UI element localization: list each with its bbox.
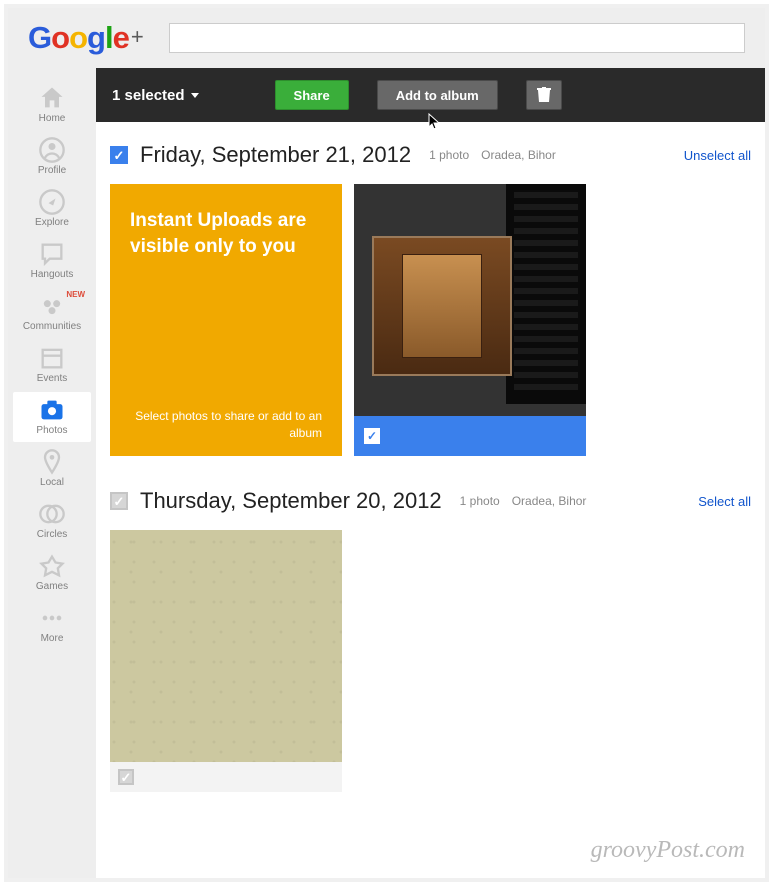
info-card-subtitle: Select photos to share or add to an albu… xyxy=(130,408,322,442)
main-content: 1 selected Share Add to album Friday, Se… xyxy=(96,68,765,878)
games-icon xyxy=(38,552,66,580)
profile-icon xyxy=(38,136,66,164)
delete-button[interactable] xyxy=(526,80,562,110)
new-badge: NEW xyxy=(66,290,85,299)
selection-toolbar: 1 selected Share Add to album xyxy=(96,68,765,122)
day-header: Friday, September 21, 2012 1 photo Orade… xyxy=(110,142,751,168)
sidebar-item-label: Local xyxy=(40,477,64,488)
header-bar: Google+ xyxy=(8,8,765,68)
share-button[interactable]: Share xyxy=(275,80,349,110)
watermark: groovyPost.com xyxy=(591,837,745,864)
pin-icon xyxy=(38,448,66,476)
communities-icon xyxy=(38,292,66,320)
sidebar-item-label: Profile xyxy=(38,165,66,176)
sidebar-item-more[interactable]: More xyxy=(13,600,91,650)
trash-icon xyxy=(537,87,551,103)
photo-selection-bar xyxy=(110,762,342,792)
photo-checkbox[interactable] xyxy=(118,769,134,785)
search-input[interactable] xyxy=(169,23,745,53)
home-icon xyxy=(38,84,66,112)
more-icon xyxy=(38,604,66,632)
photo-image xyxy=(110,530,342,762)
sidebar-item-label: Communities xyxy=(23,321,81,332)
sidebar-item-label: Photos xyxy=(36,425,67,436)
info-card-title: Instant Uploads are visible only to you xyxy=(130,208,322,259)
sidebar-item-games[interactable]: Games xyxy=(13,548,91,598)
sidebar-item-circles[interactable]: Circles xyxy=(13,496,91,546)
day-title: Friday, September 21, 2012 xyxy=(140,142,411,168)
instant-uploads-card: Instant Uploads are visible only to you … xyxy=(110,184,342,456)
sidebar: Home Profile Explore Hangouts NEW Commun… xyxy=(8,68,96,878)
day-location: Oradea, Bihor xyxy=(512,494,587,508)
day-photo-count: 1 photo xyxy=(460,494,500,508)
day-checkbox[interactable] xyxy=(110,146,128,164)
day-location: Oradea, Bihor xyxy=(481,148,556,162)
sidebar-item-events[interactable]: Events xyxy=(13,340,91,390)
caret-down-icon xyxy=(191,93,199,98)
compass-icon xyxy=(38,188,66,216)
photo-selection-bar xyxy=(354,416,586,456)
day-checkbox[interactable] xyxy=(110,492,128,510)
unselect-all-link[interactable]: Unselect all xyxy=(684,148,751,163)
selected-count-label: 1 selected xyxy=(112,87,185,104)
photo-checkbox[interactable] xyxy=(364,428,380,444)
selected-count-dropdown[interactable]: 1 selected xyxy=(112,87,199,104)
sidebar-item-explore[interactable]: Explore xyxy=(13,184,91,234)
google-plus-logo[interactable]: Google+ xyxy=(28,20,143,56)
chat-icon xyxy=(38,240,66,268)
sidebar-item-label: Home xyxy=(39,113,66,124)
select-all-link[interactable]: Select all xyxy=(698,494,751,509)
sidebar-item-communities[interactable]: NEW Communities xyxy=(13,288,91,338)
photo-thumbnail[interactable] xyxy=(354,184,586,456)
sidebar-item-label: Events xyxy=(37,373,68,384)
camera-icon xyxy=(38,396,66,424)
sidebar-item-label: Explore xyxy=(35,217,69,228)
sidebar-item-label: Hangouts xyxy=(31,269,74,280)
day-title: Thursday, September 20, 2012 xyxy=(140,488,442,514)
add-to-album-button[interactable]: Add to album xyxy=(377,80,498,110)
sidebar-item-home[interactable]: Home xyxy=(13,80,91,130)
sidebar-item-label: Circles xyxy=(37,529,68,540)
day-photo-count: 1 photo xyxy=(429,148,469,162)
photo-image xyxy=(354,184,586,416)
sidebar-item-local[interactable]: Local xyxy=(13,444,91,494)
sidebar-item-label: Games xyxy=(36,581,68,592)
circles-icon xyxy=(38,500,66,528)
sidebar-item-hangouts[interactable]: Hangouts xyxy=(13,236,91,286)
sidebar-item-label: More xyxy=(41,633,64,644)
sidebar-item-profile[interactable]: Profile xyxy=(13,132,91,182)
photo-thumbnail[interactable] xyxy=(110,530,342,792)
sidebar-item-photos[interactable]: Photos xyxy=(13,392,91,442)
calendar-icon xyxy=(38,344,66,372)
day-header: Thursday, September 20, 2012 1 photo Ora… xyxy=(110,488,751,514)
